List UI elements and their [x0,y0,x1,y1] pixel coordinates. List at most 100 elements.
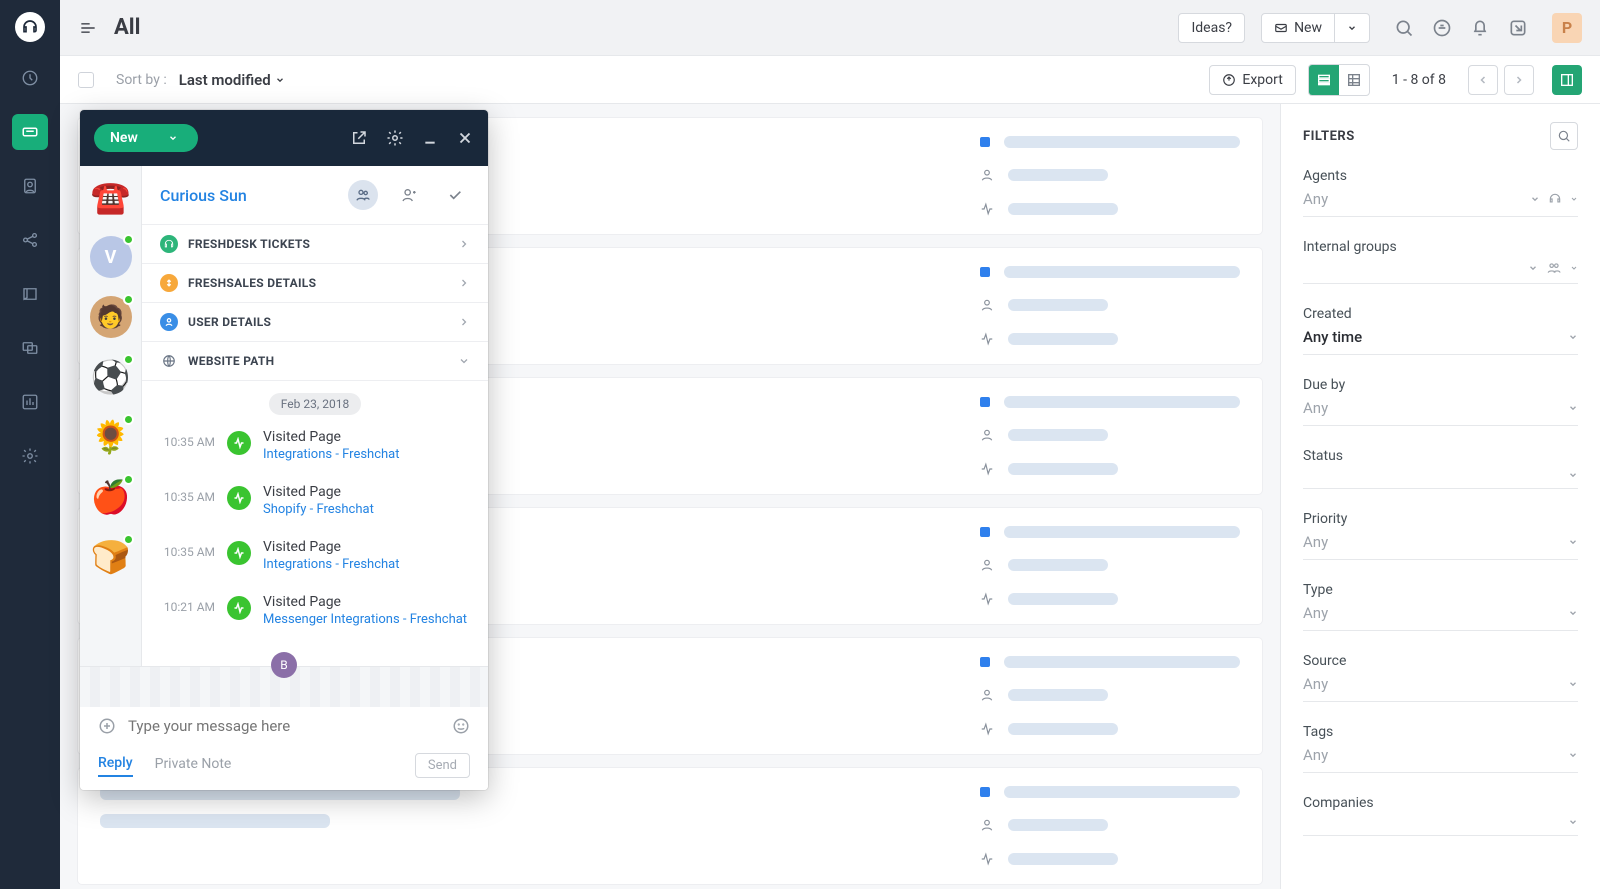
filters-toggle[interactable] [1552,65,1582,95]
bell-icon[interactable] [1470,18,1490,38]
filter-value-dropdown[interactable]: Any [1303,533,1578,560]
accordion-row[interactable]: WEBSITE PATH [142,342,488,380]
filter-value-dropdown[interactable]: Any [1303,604,1578,631]
emoji-icon[interactable] [452,717,470,735]
new-button[interactable]: New [1261,13,1335,43]
filter-value-dropdown[interactable] [1303,261,1578,284]
left-rail [0,0,60,889]
filter-value-dropdown[interactable] [1303,817,1578,836]
timeline-date: Feb 23, 2018 [269,393,361,415]
filters-title: FILTERS [1303,129,1355,144]
chat-contact-link[interactable]: Curious Sun [160,186,247,205]
filter-label: Priority [1303,511,1578,527]
table-view-button[interactable] [1339,65,1369,95]
minimize-icon[interactable] [422,130,438,146]
filter-label: Source [1303,653,1578,669]
accordion-row[interactable]: USER DETAILS [142,303,488,341]
rail-dashboard[interactable] [12,60,48,96]
conversation-avatar[interactable]: 🌻 [90,416,132,458]
resolve-icon[interactable] [440,180,470,210]
export-button[interactable]: Export [1209,65,1295,95]
export-label: Export [1242,72,1282,88]
filter-label: Internal groups [1303,239,1578,255]
filter-value-dropdown[interactable]: Any [1303,399,1578,426]
timeline-title: Visited Page [263,429,400,445]
orange-icon [160,274,178,292]
send-button[interactable]: Send [415,753,470,778]
filters-search[interactable] [1550,122,1578,150]
chat-status-dropdown[interactable]: New [94,124,198,152]
filter-label: Status [1303,448,1578,464]
filter-group: AgentsAny [1303,168,1578,217]
app-logo[interactable] [15,12,45,42]
filter-group: Companies [1303,795,1578,836]
conversation-avatar[interactable]: 🧑 [90,296,132,338]
filter-value-dropdown[interactable]: Any [1303,675,1578,702]
timeline-entry: 10:21 AMVisited PageMessenger Integratio… [160,594,470,627]
chevron-icon [458,316,470,328]
view-toggle [1308,64,1370,96]
rail-tickets[interactable] [12,114,48,150]
rail-contacts[interactable] [12,168,48,204]
timeline-link[interactable]: Shopify - Freshchat [263,502,374,517]
filter-label: Due by [1303,377,1578,393]
popout-icon[interactable] [350,129,368,147]
activity-icon [227,596,251,620]
rail-forums[interactable] [12,330,48,366]
rail-reports[interactable] [12,384,48,420]
timeline-link[interactable]: Integrations - Freshchat [263,557,400,572]
globe-icon [160,352,178,370]
accordion-row[interactable]: FRESHSALES DETAILS [142,264,488,302]
conversation-avatar[interactable]: 🍞 [90,536,132,578]
accordion-row[interactable]: FRESHDESK TICKETS [142,225,488,263]
user-avatar[interactable]: P [1552,13,1582,43]
assign-group-icon[interactable] [348,180,378,210]
conversation-avatar[interactable]: 🍎 [90,476,132,518]
pager-next[interactable] [1504,65,1534,95]
pager-prev[interactable] [1468,65,1498,95]
menu-toggle-icon[interactable] [78,18,98,38]
freshconnect-icon[interactable] [1508,18,1528,38]
filter-value-dropdown[interactable]: Any [1303,190,1578,217]
search-icon[interactable] [1394,18,1414,38]
chevron-icon [458,238,470,250]
close-icon[interactable] [456,129,474,147]
conversation-avatar[interactable]: ⚽ [90,356,132,398]
attach-icon[interactable] [98,717,116,735]
rail-social[interactable] [12,222,48,258]
card-view-button[interactable] [1309,65,1339,95]
status-icon [980,137,990,147]
ideas-button[interactable]: Ideas? [1178,13,1245,43]
gear-icon[interactable] [386,129,404,147]
timeline-link[interactable]: Integrations - Freshchat [263,447,400,462]
timeline-link[interactable]: Messenger Integrations - Freshchat [263,612,467,627]
sortby-label: Sort by : [116,72,167,88]
conversation-avatar[interactable]: ☎️ [90,176,132,218]
filter-label: Companies [1303,795,1578,811]
timeline-title: Visited Page [263,539,400,555]
message-input[interactable] [128,717,440,735]
topbar: All Ideas? New P [60,0,1600,56]
reply-tab[interactable]: Reply [98,755,133,777]
online-indicator [123,234,134,245]
filter-value-dropdown[interactable]: Any [1303,746,1578,773]
rail-admin[interactable] [12,438,48,474]
select-all-checkbox[interactable] [78,72,94,88]
new-dropdown[interactable] [1335,13,1370,43]
filter-group: Source Any [1303,653,1578,702]
website-path-timeline: Feb 23, 2018 10:35 AMVisited PageIntegra… [142,381,488,666]
rail-solutions[interactable] [12,276,48,312]
private-note-tab[interactable]: Private Note [155,756,232,776]
assign-agent-icon[interactable] [394,180,424,210]
sortby-dropdown[interactable]: Last modified [179,71,285,89]
chat-icon[interactable] [1432,18,1452,38]
filter-value-dropdown[interactable] [1303,470,1578,489]
filter-group: Internal groups [1303,239,1578,284]
timeline-entry: 10:35 AMVisited PageIntegrations - Fresh… [160,539,470,572]
chat-widget: New ☎️V🧑⚽🌻🍎🍞 Curious Sun F [80,110,488,790]
chat-footer: B Reply Private Note Send [80,666,488,790]
filter-value-dropdown[interactable]: Any time [1303,328,1578,355]
timeline-time: 10:35 AM [160,429,215,449]
conversation-avatar[interactable]: V [90,236,132,278]
chat-title-bar: Curious Sun [142,166,488,225]
